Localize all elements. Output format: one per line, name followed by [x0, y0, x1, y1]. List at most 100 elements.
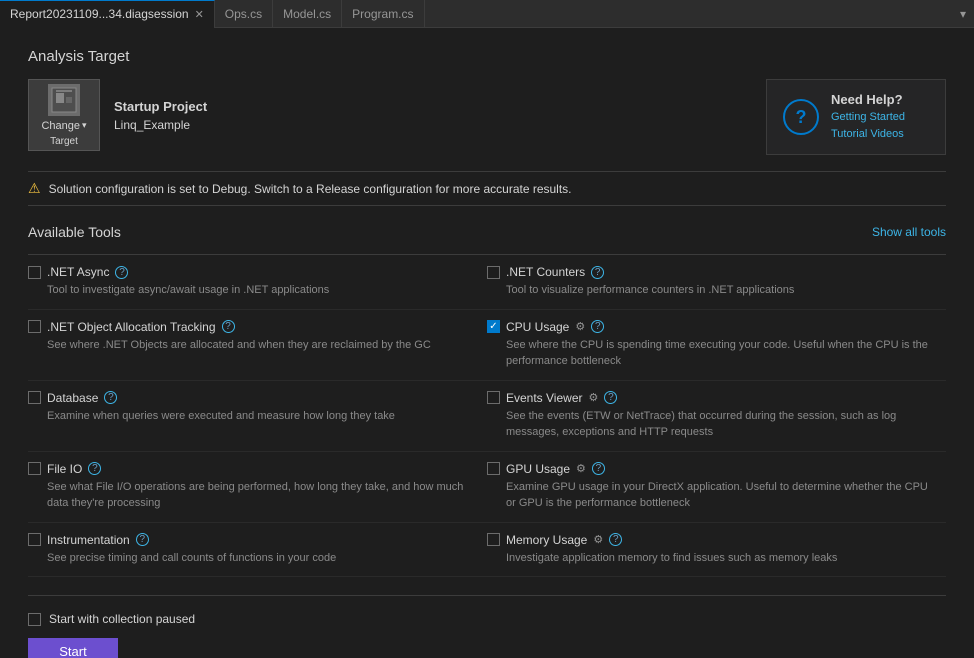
tab-bar: Report20231109...34.diagsession ✕ Ops.cs…	[0, 0, 974, 28]
tool-checkbox-database[interactable]	[28, 391, 41, 404]
tool-gear-gpu-usage[interactable]: ⚙	[576, 462, 586, 475]
help-title: Need Help?	[831, 92, 905, 107]
tool-info-instrumentation[interactable]: ?	[136, 533, 149, 546]
start-button[interactable]: Start	[28, 638, 118, 658]
tool-item-instrumentation: Instrumentation? See precise timing and c…	[28, 523, 487, 578]
tool-checkbox-events-viewer[interactable]	[487, 391, 500, 404]
tool-item-cpu-usage: CPU Usage⚙?See where the CPU is spending…	[487, 310, 946, 381]
tool-checkbox-dotnet-object[interactable]	[28, 320, 41, 333]
tool-checkbox-instrumentation[interactable]	[28, 533, 41, 546]
need-help-box: ? Need Help? Getting Started Tutorial Vi…	[766, 79, 946, 155]
tool-desc-dotnet-async: Tool to investigate async/await usage in…	[47, 282, 467, 299]
tool-info-memory-usage[interactable]: ?	[609, 533, 622, 546]
tool-header-events-viewer: Events Viewer ⚙?	[487, 391, 938, 405]
tool-name-cpu-usage: CPU Usage	[506, 320, 569, 334]
warning-icon: ⚠	[28, 180, 41, 197]
change-target-label: Change ▾	[41, 120, 86, 132]
analysis-target-title: Analysis Target	[28, 48, 946, 65]
collection-paused-row: Start with collection paused	[28, 612, 946, 626]
tool-desc-dotnet-object: See where .NET Objects are allocated and…	[47, 337, 467, 354]
available-tools-title: Available Tools	[28, 224, 121, 240]
tool-checkbox-gpu-usage[interactable]	[487, 462, 500, 475]
section-divider	[28, 595, 946, 596]
analysis-target-row: Change ▾ Target Startup Project Linq_Exa…	[28, 79, 946, 155]
tool-name-dotnet-async: .NET Async	[47, 265, 109, 279]
tool-info-dotnet-counters[interactable]: ?	[591, 266, 604, 279]
tool-name-dotnet-counters: .NET Counters	[506, 265, 585, 279]
tool-desc-file-io: See what File I/O operations are being p…	[47, 479, 467, 512]
tool-info-database[interactable]: ?	[104, 391, 117, 404]
tool-desc-dotnet-counters: Tool to visualize performance counters i…	[506, 282, 938, 299]
help-text: Need Help? Getting Started Tutorial Vide…	[831, 92, 905, 142]
tool-info-dotnet-async[interactable]: ?	[115, 266, 128, 279]
tool-gear-cpu-usage[interactable]: ⚙	[575, 320, 585, 333]
tool-info-events-viewer[interactable]: ?	[604, 391, 617, 404]
main-content: Analysis Target Change ▾ Target	[0, 28, 974, 658]
tab-ops-label: Ops.cs	[225, 7, 262, 21]
tool-header-instrumentation: Instrumentation?	[28, 533, 467, 547]
tool-name-file-io: File IO	[47, 462, 82, 476]
show-all-tools-link[interactable]: Show all tools	[872, 225, 946, 239]
tool-item-file-io: File IO? See what File I/O operations are…	[28, 452, 487, 523]
tool-checkbox-memory-usage[interactable]	[487, 533, 500, 546]
tool-name-dotnet-object: .NET Object Allocation Tracking	[47, 320, 216, 334]
startup-project-block: Change ▾ Target Startup Project Linq_Exa…	[28, 79, 207, 151]
target-sublabel: Target	[50, 136, 78, 147]
startup-project-info: Startup Project Linq_Example	[114, 99, 207, 132]
tool-item-dotnet-counters: .NET Counters? Tool to visualize performa…	[487, 255, 946, 310]
tool-gear-memory-usage[interactable]: ⚙	[593, 533, 603, 546]
tool-header-database: Database?	[28, 391, 467, 405]
tool-item-events-viewer: Events Viewer ⚙? See the events (ETW or Ne…	[487, 381, 946, 452]
startup-project-name: Linq_Example	[114, 118, 207, 132]
tool-gear-events-viewer[interactable]: ⚙	[588, 391, 598, 404]
tutorial-videos-link[interactable]: Tutorial Videos	[831, 126, 905, 143]
tool-item-dotnet-object: .NET Object Allocation Tracking? See wher…	[28, 310, 487, 381]
tool-item-gpu-usage: GPU Usage ⚙? Examine GPU usage in your Dir…	[487, 452, 946, 523]
warning-text: Solution configuration is set to Debug. …	[49, 182, 572, 196]
tab-program[interactable]: Program.cs	[342, 0, 424, 28]
project-icon	[48, 84, 80, 116]
available-tools-header: Available Tools Show all tools	[28, 224, 946, 240]
tab-model[interactable]: Model.cs	[273, 0, 342, 28]
tool-item-memory-usage: Memory Usage ⚙? Investigate application me…	[487, 523, 946, 578]
tab-diag-close[interactable]: ✕	[195, 8, 204, 21]
tool-info-cpu-usage[interactable]: ?	[591, 320, 604, 333]
tool-info-dotnet-object[interactable]: ?	[222, 320, 235, 333]
tool-name-memory-usage: Memory Usage	[506, 533, 587, 547]
tab-diag[interactable]: Report20231109...34.diagsession ✕	[0, 0, 215, 28]
tool-name-events-viewer: Events Viewer	[506, 391, 582, 405]
help-icon: ?	[783, 99, 819, 135]
tool-checkbox-file-io[interactable]	[28, 462, 41, 475]
tool-info-gpu-usage[interactable]: ?	[592, 462, 605, 475]
tool-name-gpu-usage: GPU Usage	[506, 462, 570, 476]
tab-dropdown-arrow[interactable]: ▾	[952, 7, 974, 21]
bottom-section: Start with collection paused Start	[28, 612, 946, 658]
tool-checkbox-dotnet-async[interactable]	[28, 266, 41, 279]
tool-desc-database: Examine when queries were executed and m…	[47, 408, 467, 425]
tool-header-cpu-usage: CPU Usage ⚙?	[487, 320, 938, 334]
warning-bar: ⚠ Solution configuration is set to Debug…	[28, 171, 946, 206]
project-icon-svg	[50, 86, 78, 114]
tool-item-database: Database? Examine when queries were execu…	[28, 381, 487, 452]
tab-model-label: Model.cs	[283, 7, 331, 21]
change-target-button[interactable]: Change ▾ Target	[28, 79, 100, 151]
tool-header-file-io: File IO?	[28, 462, 467, 476]
tool-header-gpu-usage: GPU Usage ⚙?	[487, 462, 938, 476]
tool-item-dotnet-async: .NET Async? Tool to investigate async/awa…	[28, 255, 487, 310]
tab-ops[interactable]: Ops.cs	[215, 0, 273, 28]
tab-diag-label: Report20231109...34.diagsession	[10, 7, 189, 21]
tool-desc-instrumentation: See precise timing and call counts of fu…	[47, 550, 467, 567]
getting-started-link[interactable]: Getting Started	[831, 109, 905, 126]
tool-header-memory-usage: Memory Usage ⚙?	[487, 533, 938, 547]
tool-header-dotnet-async: .NET Async?	[28, 265, 467, 279]
tool-name-instrumentation: Instrumentation	[47, 533, 130, 547]
tool-desc-events-viewer: See the events (ETW or NetTrace) that oc…	[506, 408, 938, 441]
tool-desc-memory-usage: Investigate application memory to find i…	[506, 550, 938, 567]
tool-checkbox-cpu-usage[interactable]	[487, 320, 500, 333]
collection-paused-checkbox[interactable]	[28, 613, 41, 626]
tool-desc-gpu-usage: Examine GPU usage in your DirectX applic…	[506, 479, 938, 512]
tool-header-dotnet-object: .NET Object Allocation Tracking?	[28, 320, 467, 334]
startup-project-heading: Startup Project	[114, 99, 207, 114]
tool-info-file-io[interactable]: ?	[88, 462, 101, 475]
tool-checkbox-dotnet-counters[interactable]	[487, 266, 500, 279]
